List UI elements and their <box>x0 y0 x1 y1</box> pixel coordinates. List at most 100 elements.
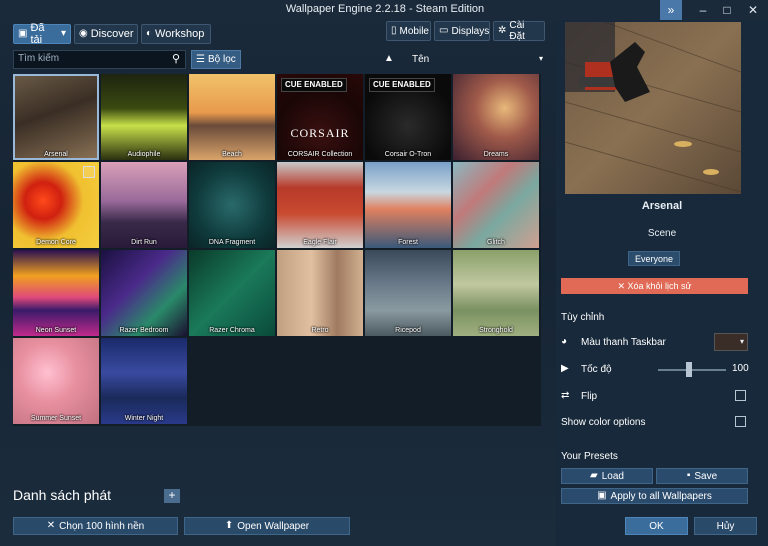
wallpaper-tile[interactable]: Beach <box>189 74 275 160</box>
cancel-button[interactable]: Hủy <box>694 517 757 535</box>
ok-button[interactable]: OK <box>625 517 688 535</box>
tab-discover-label: Discover <box>90 28 134 40</box>
wallpaper-tile[interactable]: DNA Fragment <box>189 162 275 248</box>
folder-icon: ▣ <box>18 28 28 39</box>
tab-installed-label: Đã tải <box>30 22 45 46</box>
save-label: Save <box>694 470 718 482</box>
tab-discover[interactable]: ◉ Discover <box>74 24 138 44</box>
wallpaper-tile[interactable]: Glitch <box>453 162 539 248</box>
wallpaper-tile[interactable]: Razer Chroma <box>189 250 275 336</box>
wallpaper-tile-label: Retro <box>311 327 329 334</box>
play-icon: ▶ <box>561 363 569 374</box>
wallpaper-tile[interactable]: Retro <box>277 250 363 336</box>
flip-checkbox[interactable] <box>735 390 746 401</box>
search-placeholder: Tìm kiếm <box>18 53 60 64</box>
wallpaper-tile[interactable]: Arsenal <box>13 74 99 160</box>
wallpaper-tile-label: Demon Core <box>36 239 76 246</box>
gear-icon: ✲ <box>498 25 507 36</box>
flip-label: Flip <box>581 390 598 402</box>
wallpaper-tile[interactable]: CUE ENABLED CORSAIR CORSAIR Collection <box>277 74 363 160</box>
wallpaper-tile[interactable]: Dirt Run <box>101 162 187 248</box>
taskbar-color-label: Màu thanh Taskbar <box>581 336 666 348</box>
wallpaper-tile[interactable]: Dreams <box>453 74 539 160</box>
wallpaper-tile[interactable]: Eagle Flair <box>277 162 363 248</box>
wallpaper-tile-label: DNA Fragment <box>208 239 256 246</box>
load-label: Load <box>601 470 624 482</box>
wallpaper-tile-label: Forest <box>398 239 418 246</box>
wallpaper-tile[interactable]: Neon Sunset <box>13 250 99 336</box>
upload-icon: ⬆ <box>224 520 234 531</box>
apply-all-button[interactable]: ▣ Apply to all Wallpapers <box>561 488 748 504</box>
sort-direction-icon: ▲ <box>384 53 394 64</box>
preview-image <box>565 22 741 194</box>
wallpaper-tile-label: Beach <box>222 151 242 158</box>
wallpaper-tile-label: Arsenal <box>44 151 68 158</box>
tab-installed[interactable]: ▣ Đã tải ▾ <box>13 22 71 46</box>
window-title: Wallpaper Engine 2.2.18 - Steam Edition <box>285 3 485 15</box>
compass-icon: ◉ <box>79 28 88 39</box>
flip-row: ⇄ Flip <box>561 387 748 405</box>
close-icon[interactable]: ✕ <box>742 0 764 20</box>
wallpaper-tile-label: Neon Sunset <box>35 327 77 334</box>
open-wallpaper-label: Open Wallpaper <box>237 520 310 532</box>
add-playlist-button[interactable]: + <box>164 489 180 503</box>
corsair-logo: CORSAIR <box>290 126 350 140</box>
open-wallpaper-button[interactable]: ⬆ Open Wallpaper <box>184 517 350 535</box>
speed-slider-track[interactable] <box>658 369 726 371</box>
chevron-right-icon[interactable]: » <box>660 0 682 20</box>
search-icon: ⚲ <box>171 53 180 65</box>
wallpaper-grid: Arsenal Audiophile Beach CUE ENABLED CORSAIR… <box>13 74 541 426</box>
wallpaper-tile-label: Razer Bedroom <box>119 327 169 334</box>
wallpaper-tile[interactable]: Razer Bedroom <box>101 250 187 336</box>
cue-enabled-badge: CUE ENABLED <box>369 78 435 92</box>
load-preset-button[interactable]: ▰ Load <box>561 468 653 484</box>
settings-button[interactable]: ✲ Cài Đặt <box>493 20 545 42</box>
apply-all-label: Apply to all Wallpapers <box>610 490 712 502</box>
tab-workshop-label: Workshop <box>155 28 205 40</box>
rating-badge: Everyone <box>628 251 680 266</box>
save-preset-button[interactable]: ▪ Save <box>656 468 748 484</box>
presets-header: Your Presets <box>561 451 618 462</box>
wallpaper-tile-label: Audiophile <box>127 151 161 158</box>
select-all-button[interactable]: ✕ Chọn 100 hình nền <box>13 517 178 535</box>
taskbar-color-picker[interactable]: ▾ <box>714 333 748 351</box>
wallpaper-tile[interactable]: Summer Sunset <box>13 338 99 424</box>
search-input[interactable]: Tìm kiếm ⚲ <box>13 50 186 69</box>
list-icon: ☰ <box>196 53 205 65</box>
wallpaper-tile[interactable]: Ricepod <box>365 250 451 336</box>
mobile-button[interactable]: ▯ Mobile <box>386 21 431 41</box>
wallpaper-tile[interactable]: Winter Night <box>101 338 187 424</box>
select-all-label: Chọn 100 hình nền <box>59 520 145 532</box>
chevron-down-icon: ▾ <box>739 337 744 346</box>
wallpaper-tile[interactable]: Audiophile <box>101 74 187 160</box>
displays-button[interactable]: ▭ Displays <box>434 21 490 41</box>
monitor-icon: ▭ <box>439 25 449 36</box>
sort-select[interactable]: ▲ Tên ▾ <box>380 50 545 69</box>
filter-label: Bộ lọc <box>207 54 236 65</box>
speed-slider-thumb[interactable] <box>685 362 692 377</box>
customize-header: Tùy chỉnh <box>561 312 605 323</box>
color-options-checkbox[interactable] <box>735 416 746 427</box>
wallpaper-tile-label: CORSAIR Collection <box>287 151 353 158</box>
minimize-icon[interactable]: – <box>692 0 714 20</box>
tile-checkbox[interactable] <box>83 166 95 178</box>
wallpaper-tile-label: Corsair O-Tron <box>384 151 432 158</box>
filter-button[interactable]: ☰ Bộ lọc <box>191 50 241 69</box>
speed-value: 100 <box>732 363 749 374</box>
sort-label: Tên <box>412 54 430 65</box>
apply-icon: ▣ <box>597 490 607 501</box>
wallpaper-tile[interactable]: Forest <box>365 162 451 248</box>
wallpaper-tile-label: Summer Sunset <box>30 415 82 422</box>
wallpaper-tile[interactable]: CUE ENABLED Corsair O-Tron <box>365 74 451 160</box>
folder-open-icon: ▰ <box>590 470 598 481</box>
displays-label: Displays <box>451 25 490 37</box>
tab-workshop[interactable]: ◐ Workshop <box>141 24 211 44</box>
speed-label: Tốc độ <box>581 363 612 375</box>
maximize-icon[interactable]: □ <box>716 0 738 20</box>
color-options-label: Show color options <box>561 416 646 428</box>
wallpaper-tile[interactable]: Stronghold <box>453 250 539 336</box>
chevron-down-icon: ▾ <box>538 54 543 63</box>
steam-icon: ◐ <box>146 28 153 39</box>
wallpaper-tile[interactable]: Demon Core <box>13 162 99 248</box>
remove-history-button[interactable]: ✕ Xóa khỏi lịch sử <box>561 278 748 294</box>
